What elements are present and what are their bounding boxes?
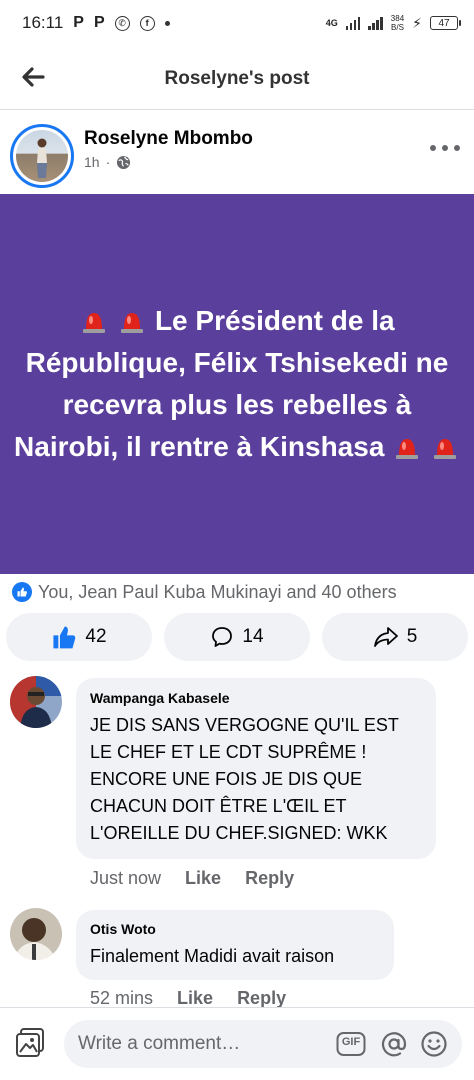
share-icon bbox=[373, 627, 398, 647]
emoji-button[interactable] bbox=[420, 1030, 448, 1058]
charging-icon: ⚡ bbox=[412, 14, 422, 31]
commenter-avatar-image bbox=[10, 676, 62, 728]
meta-separator: · bbox=[105, 154, 111, 170]
signal-icon-2 bbox=[368, 16, 383, 30]
comment-like-button[interactable]: Like bbox=[185, 868, 221, 889]
more-dots-icon bbox=[430, 145, 436, 151]
comment-time[interactable]: 52 mins bbox=[90, 988, 153, 1009]
post-options-button[interactable] bbox=[430, 138, 460, 158]
page-title: Roselyne's post bbox=[164, 68, 310, 89]
back-arrow-icon bbox=[22, 67, 45, 87]
add-photo-button[interactable] bbox=[14, 1026, 48, 1060]
globe-icon bbox=[117, 155, 131, 169]
emoji-icon bbox=[421, 1031, 447, 1057]
comment-author[interactable]: Wampanga Kabasele bbox=[90, 690, 422, 706]
post-time[interactable]: 1h bbox=[84, 154, 100, 170]
comment-button[interactable]: 14 bbox=[164, 613, 310, 661]
app-header: Roselyne's post bbox=[0, 46, 474, 110]
reactions-summary[interactable]: You, Jean Paul Kuba Mukinayi and 40 othe… bbox=[12, 578, 464, 606]
comment-time[interactable]: Just now bbox=[90, 868, 161, 889]
gif-label: GIF bbox=[341, 1036, 361, 1048]
siren-icon bbox=[121, 313, 144, 333]
comment-reply-button[interactable]: Reply bbox=[237, 988, 286, 1009]
comment-text: JE DIS SANS VERGOGNE QU'IL EST LE CHEF E… bbox=[90, 715, 399, 843]
gif-button[interactable]: GIF bbox=[336, 1030, 366, 1058]
like-button[interactable]: 42 bbox=[6, 613, 152, 661]
siren-icon bbox=[433, 439, 456, 459]
mention-button[interactable] bbox=[380, 1030, 408, 1058]
person-silhouette-icon bbox=[37, 138, 47, 178]
comment-like-button[interactable]: Like bbox=[177, 988, 213, 1009]
siren-icon bbox=[396, 439, 419, 459]
comment-bubble[interactable]: Wampanga Kabasele JE DIS SANS VERGOGNE Q… bbox=[76, 678, 436, 859]
post-body: Le Président de la République, Félix Tsh… bbox=[0, 194, 474, 574]
notification-p-icon: P bbox=[73, 14, 84, 31]
share-count: 5 bbox=[406, 626, 418, 647]
comment-actions: Just now Like Reply bbox=[90, 868, 294, 889]
network-speed-value: 384 bbox=[390, 14, 405, 23]
network-type: 4G bbox=[325, 18, 338, 28]
like-count: 42 bbox=[85, 626, 107, 647]
facebook-icon: f bbox=[139, 15, 155, 31]
post-text-block: Le Président de la République, Félix Tsh… bbox=[10, 300, 464, 468]
comment-bubble[interactable]: Otis Woto Finalement Madidi avait raison bbox=[76, 910, 394, 980]
post-actions: 42 14 5 bbox=[0, 613, 474, 661]
battery-icon: 47 bbox=[430, 16, 461, 30]
like-icon bbox=[53, 626, 76, 649]
at-icon bbox=[381, 1032, 407, 1057]
post-header: Roselyne Mbombo 1h · bbox=[0, 112, 474, 194]
status-bar: 16:11 P P ✆ f 4G 384 B/S ⚡ 47 bbox=[0, 0, 474, 46]
network-speed-unit: B/S bbox=[391, 23, 404, 32]
notification-p-icon: P bbox=[93, 14, 105, 31]
comment-reply-button[interactable]: Reply bbox=[245, 868, 294, 889]
comment-author[interactable]: Otis Woto bbox=[90, 921, 380, 937]
comment-count: 14 bbox=[242, 626, 264, 647]
whatsapp-icon: ✆ bbox=[114, 15, 130, 31]
siren-icon bbox=[83, 313, 106, 333]
back-button[interactable] bbox=[18, 62, 48, 92]
comment-icon bbox=[212, 627, 233, 647]
battery-level: 47 bbox=[438, 17, 450, 29]
commenter-avatar-image bbox=[10, 908, 62, 960]
comment-composer: GIF bbox=[0, 1007, 474, 1080]
signal-icon bbox=[345, 16, 361, 30]
status-time: 16:11 bbox=[22, 13, 64, 32]
share-button[interactable]: 5 bbox=[322, 613, 468, 661]
reactions-text: You, Jean Paul Kuba Mukinayi and 40 othe… bbox=[38, 581, 397, 602]
comment-avatar[interactable] bbox=[10, 676, 62, 728]
avatar-image bbox=[16, 130, 68, 182]
comment-actions: 52 mins Like Reply bbox=[90, 988, 286, 1009]
post-meta: 1h · bbox=[84, 154, 131, 170]
comment-avatar[interactable] bbox=[10, 908, 62, 960]
network-speed: 384 B/S bbox=[391, 14, 404, 32]
comment-text: Finalement Madidi avait raison bbox=[90, 946, 335, 966]
post-author-name[interactable]: Roselyne Mbombo bbox=[84, 128, 253, 150]
photo-icon bbox=[16, 1028, 44, 1057]
author-avatar[interactable] bbox=[10, 124, 74, 188]
more-notifications-icon bbox=[164, 20, 170, 26]
like-reaction-icon bbox=[12, 582, 32, 602]
